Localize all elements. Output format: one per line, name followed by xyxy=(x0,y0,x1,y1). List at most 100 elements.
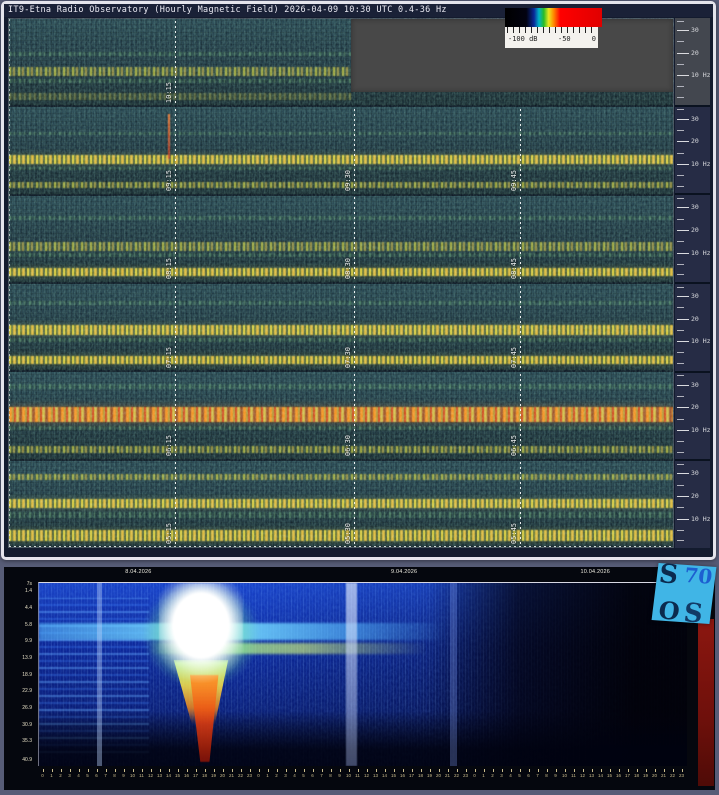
hour-tick-label: 0 xyxy=(38,773,47,778)
colorbar-mid-label: -50 xyxy=(558,35,571,43)
hour-tick: 16 xyxy=(614,769,623,783)
hour-tick-mark xyxy=(484,769,485,772)
freq-minor-tick xyxy=(677,540,684,541)
hour-tick-mark xyxy=(43,769,44,772)
period-tick-label: 5.8 xyxy=(25,622,32,628)
quarter-hour-gridline xyxy=(520,462,521,547)
hour-tick: 4 xyxy=(290,769,299,783)
logo-number-70: 70 xyxy=(683,563,714,589)
quarter-hour-gridline xyxy=(520,286,521,371)
spectral-band xyxy=(9,474,673,480)
freq-minor-tick xyxy=(677,464,684,465)
frequency-axis-cell: 302010 Hz xyxy=(675,107,710,196)
period-tick-label: 35.3 xyxy=(22,738,32,744)
hour-tick-mark xyxy=(520,769,521,772)
freq-tick-label: 10 Hz xyxy=(691,515,711,523)
hour-tick-label: 0 xyxy=(470,773,479,778)
freq-minor-tick xyxy=(677,21,684,22)
hour-tick-mark xyxy=(286,769,287,772)
panel-title: IT9-Etna Radio Observatory (Hourly Magne… xyxy=(4,4,713,17)
hour-tick-label: 13 xyxy=(155,773,164,778)
hour-tick: 5 xyxy=(299,769,308,783)
freq-tick-label: 20 xyxy=(691,403,699,411)
hour-tick-mark xyxy=(664,769,665,772)
colorbar-gradient xyxy=(505,8,602,27)
hour-tick-label: 23 xyxy=(461,773,470,778)
time-label: 07:30 xyxy=(344,347,352,368)
freq-tick-label: 20 xyxy=(691,226,699,234)
colorbar-ruler: -100 dB -50 0 xyxy=(505,27,598,48)
hour-tick-label: 2 xyxy=(488,773,497,778)
spectral-band xyxy=(9,338,673,342)
hour-tick-label: 5 xyxy=(299,773,308,778)
freq-tick-dash xyxy=(677,230,689,231)
spectral-band xyxy=(9,499,673,508)
hour-tick-label: 17 xyxy=(407,773,416,778)
hour-tick: 11 xyxy=(353,769,362,783)
freq-minor-tick xyxy=(677,97,684,98)
hour-tick-mark xyxy=(655,769,656,772)
freq-tick-label: 10 Hz xyxy=(691,337,711,345)
hour-tick-mark xyxy=(439,769,440,772)
hour-tick-label: 11 xyxy=(137,773,146,778)
hour-tick-mark xyxy=(70,769,71,772)
hour-tick-mark xyxy=(88,769,89,772)
colorbar-min-label: -100 dB xyxy=(508,35,538,43)
freq-minor-tick xyxy=(677,485,684,486)
period-tick-label: 9.9 xyxy=(25,638,32,644)
hour-tick-mark xyxy=(394,769,395,772)
time-label: 08:30 xyxy=(344,258,352,279)
red-edge-bar xyxy=(698,619,714,786)
hour-tick-label: 11 xyxy=(353,773,362,778)
time-label: 07:15 xyxy=(165,347,173,368)
quarter-hour-gridline xyxy=(354,286,355,371)
hour-tick-label: 7 xyxy=(317,773,326,778)
hour-tick-mark xyxy=(619,769,620,772)
quarter-hour-gridline xyxy=(520,109,521,194)
hour-tick-mark xyxy=(160,769,161,772)
hour-tick: 19 xyxy=(641,769,650,783)
hour-tick-mark xyxy=(232,769,233,772)
hour-tick-mark xyxy=(115,769,116,772)
hour-tick: 2 xyxy=(488,769,497,783)
time-label: 10:15 xyxy=(165,82,173,103)
freq-tick-label: 30 xyxy=(691,26,699,34)
hour-tick-label: 17 xyxy=(623,773,632,778)
hour-tick-label: 21 xyxy=(659,773,668,778)
hour-tick-label: 19 xyxy=(641,773,650,778)
hour-tick-label: 1 xyxy=(479,773,488,778)
frequency-axis-cell: 302010 Hz xyxy=(675,373,710,462)
multiday-spectrogram-panel: 8.04.20269.04.202610.04.2026 7s1.44.45.8… xyxy=(4,567,715,790)
transient-streak xyxy=(168,114,170,159)
hour-tick: 17 xyxy=(623,769,632,783)
magnetic-field-panel: IT9-Etna Radio Observatory (Hourly Magne… xyxy=(1,1,716,560)
freq-tick-dash xyxy=(677,53,689,54)
date-label: 10.04.2026 xyxy=(581,569,611,575)
hour-tick-mark xyxy=(610,769,611,772)
hour-tick-label: 2 xyxy=(56,773,65,778)
hour-tick-label: 13 xyxy=(587,773,596,778)
hour-tick-mark xyxy=(385,769,386,772)
spectrogram-feature-vlight xyxy=(97,583,102,766)
freq-tick-dash xyxy=(677,30,689,31)
hour-tick: 14 xyxy=(164,769,173,783)
spectral-band xyxy=(9,132,673,135)
hour-tick: 3 xyxy=(281,769,290,783)
hour-tick-label: 14 xyxy=(164,773,173,778)
quarter-hour-gridline xyxy=(354,197,355,282)
hour-tick: 12 xyxy=(362,769,371,783)
hour-tick-label: 22 xyxy=(452,773,461,778)
period-tick-label: 22.9 xyxy=(22,688,32,694)
hour-tick: 22 xyxy=(236,769,245,783)
freq-minor-tick xyxy=(677,153,684,154)
quarter-hour-gridline xyxy=(175,286,176,371)
freq-tick-dash xyxy=(677,519,689,520)
hour-tick-mark xyxy=(376,769,377,772)
hour-tick-label: 19 xyxy=(425,773,434,778)
hour-tick-label: 20 xyxy=(218,773,227,778)
period-tick-label: 7s xyxy=(27,581,32,587)
hour-tick-mark xyxy=(646,769,647,772)
spectral-band xyxy=(9,530,673,541)
frequency-axis-cell: 302010 Hz xyxy=(675,18,710,107)
hour-tick-mark xyxy=(241,769,242,772)
